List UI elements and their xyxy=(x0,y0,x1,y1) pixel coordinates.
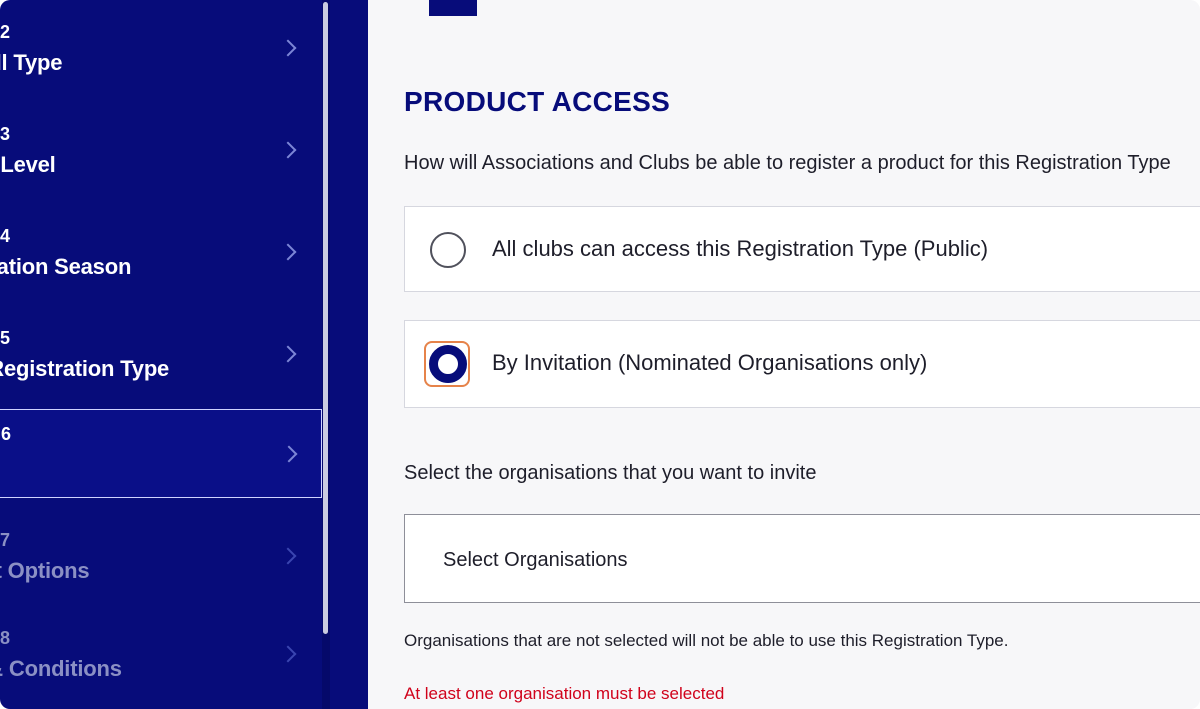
chevron-right-icon xyxy=(280,445,298,463)
step-number: 7 xyxy=(0,530,11,550)
sidebar-scrollbar-thumb[interactable] xyxy=(323,2,328,634)
validation-error: At least one organisation must be select… xyxy=(404,684,725,703)
sidebar-step-3[interactable]: 3 ying Level xyxy=(0,108,322,196)
step-title: ment Options xyxy=(0,558,90,583)
sidebar-step-4[interactable]: 4 gistration Season xyxy=(0,210,322,298)
sidebar-step-2[interactable]: 2 otball Type xyxy=(0,6,322,94)
step-number: 6 xyxy=(1,424,12,444)
radio-checked-icon[interactable] xyxy=(429,345,467,383)
chevron-right-icon xyxy=(279,547,297,565)
step-number: 8 xyxy=(0,628,11,648)
sidebar-gutter xyxy=(330,0,368,709)
option-public[interactable]: All clubs can access this Registration T… xyxy=(404,206,1200,292)
sidebar-step-6-active[interactable]: 6 tails xyxy=(0,409,322,498)
option-by-invitation[interactable]: By Invitation (Nominated Organisations o… xyxy=(404,320,1200,408)
section-description: How will Associations and Clubs be able … xyxy=(404,152,1171,174)
invite-label: Select the organisations that you want t… xyxy=(404,462,817,484)
chevron-right-icon xyxy=(279,345,297,363)
chevron-right-icon xyxy=(279,141,297,159)
step-number: 2 xyxy=(0,22,11,42)
app-window: 2 otball Type 3 ying Level 4 gistration … xyxy=(0,0,1200,709)
select-placeholder: Select Organisations xyxy=(443,549,628,571)
step-number: 4 xyxy=(0,226,11,246)
wizard-sidebar: 2 otball Type 3 ying Level 4 gistration … xyxy=(0,0,330,709)
chevron-right-icon xyxy=(279,645,297,663)
step-number: 5 xyxy=(0,328,11,348)
option-label: All clubs can access this Registration T… xyxy=(492,236,989,261)
chevron-right-icon xyxy=(279,39,297,57)
select-organisations-dropdown[interactable]: Select Organisations xyxy=(404,514,1200,603)
section-title: PRODUCT ACCESS xyxy=(404,86,671,117)
chevron-right-icon xyxy=(279,243,297,261)
step-title: ent Registration Type xyxy=(0,356,170,381)
step-title: ying Level xyxy=(0,152,56,177)
sidebar-step-5[interactable]: 5 ent Registration Type xyxy=(0,312,322,400)
step-title: otball Type xyxy=(0,50,63,75)
sidebar-step-8: 8 ms & Conditions xyxy=(0,612,322,700)
cut-off-button[interactable] xyxy=(429,0,477,16)
step-title: ms & Conditions xyxy=(0,656,122,681)
option-label: By Invitation (Nominated Organisations o… xyxy=(492,350,928,375)
sidebar-step-7: 7 ment Options xyxy=(0,514,322,602)
step-title: gistration Season xyxy=(0,254,132,279)
radio-unchecked-icon[interactable] xyxy=(430,232,466,268)
helper-note: Organisations that are not selected will… xyxy=(404,631,1009,650)
step-number: 3 xyxy=(0,124,11,144)
main-content: PRODUCT ACCESS How will Associations and… xyxy=(368,0,1200,709)
